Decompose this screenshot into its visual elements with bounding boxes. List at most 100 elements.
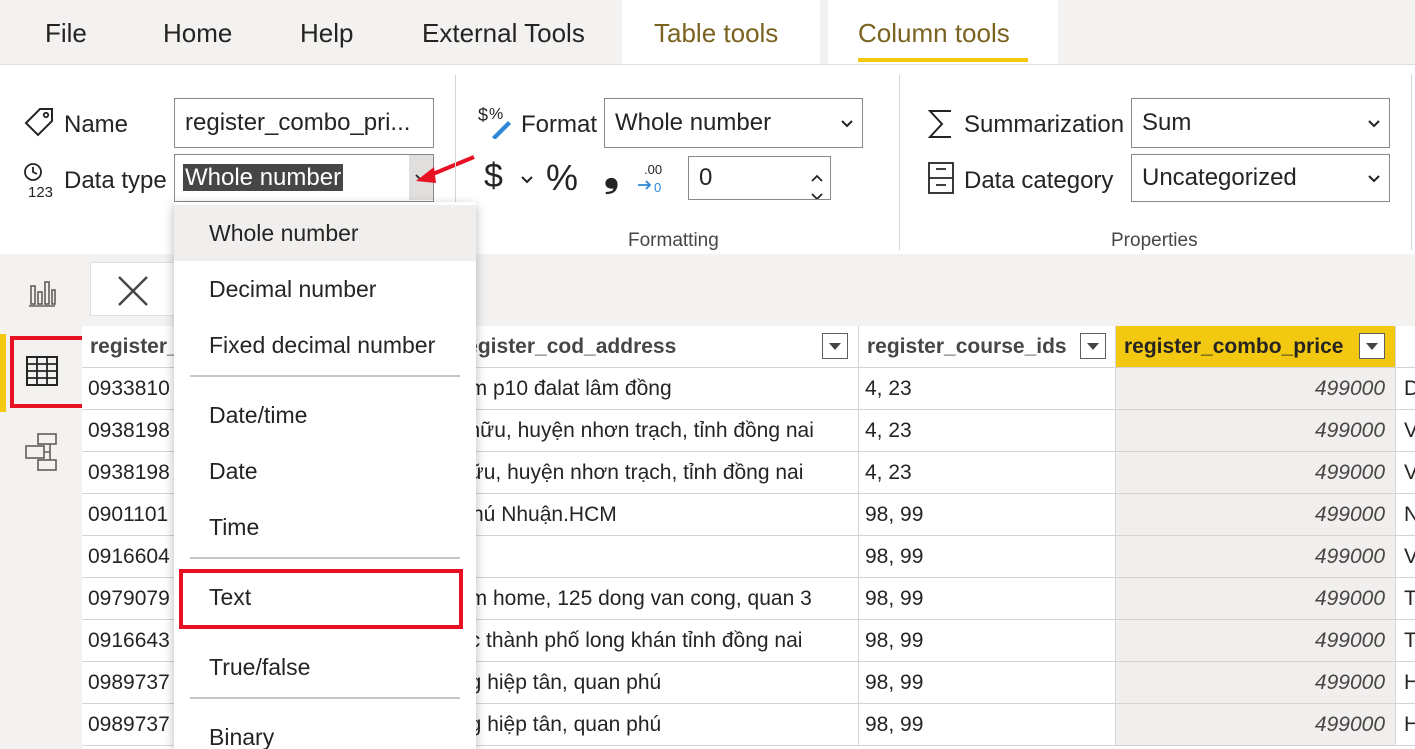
menu-help[interactable]: Help <box>300 18 353 49</box>
summarization-label: Summarization <box>964 111 1125 138</box>
datatype-icon: 123 <box>20 161 60 206</box>
cell-cod-address: Phú Nhuận.HCM <box>448 494 859 536</box>
name-input-value: register_combo_pri... <box>185 109 411 136</box>
cell-course-ids: 98, 99 <box>859 536 1116 578</box>
svg-text:.00: .00 <box>644 162 662 177</box>
summarization-select[interactable]: Sum <box>1131 98 1390 148</box>
tab-column-tools-label: Column tools <box>858 18 1010 48</box>
cell-next-column: T <box>1396 620 1415 662</box>
cell-course-ids: 4, 23 <box>859 410 1116 452</box>
summarization-chevron-icon <box>1367 99 1381 147</box>
cell-cod-address: ộc thành phố long khán tỉnh đồng nai <box>448 620 859 662</box>
cell-combo-price: 499000 <box>1116 452 1396 494</box>
dropdown-item-fixed-decimal-number[interactable]: Fixed decimal number <box>174 317 476 373</box>
dropdown-item-date-time[interactable]: Date/time <box>174 387 476 443</box>
dropdown-item-time[interactable]: Time <box>174 499 476 555</box>
datacategory-select[interactable]: Uncategorized <box>1131 154 1390 202</box>
menu-bar: File Home Help External Tools Table tool… <box>0 0 1415 64</box>
dropdown-item-binary[interactable]: Binary <box>174 709 476 749</box>
dropdown-separator <box>190 697 460 699</box>
cell-cod-address: ng hiệp tân, quan phú <box>448 704 859 746</box>
datacategory-chevron-icon <box>1367 155 1381 201</box>
menu-external-tools[interactable]: External Tools <box>422 18 585 49</box>
close-icon[interactable] <box>115 273 151 314</box>
column-header-label: register_ <box>90 335 179 358</box>
cell-cod-address: ám p10 đalat lâm đồng <box>448 368 859 410</box>
column-header[interactable]: register_course_ids <box>859 326 1116 368</box>
filter-dropdown-icon[interactable] <box>822 333 848 359</box>
formatting-group-label: Formatting <box>628 230 719 251</box>
column-header[interactable] <box>1396 326 1415 368</box>
tab-table-tools[interactable]: Table tools <box>622 0 820 64</box>
filter-dropdown-icon[interactable] <box>1080 333 1106 359</box>
cell-cod-address: um home, 125 dong van cong, quan 3 <box>448 578 859 620</box>
format-chevron-icon <box>840 99 854 147</box>
filter-dropdown-icon[interactable] <box>1359 333 1385 359</box>
ribbon-separator <box>899 75 900 250</box>
cell-course-ids: 4, 23 <box>859 368 1116 410</box>
column-header-label: register_cod_address <box>458 335 677 358</box>
stepper-down-icon[interactable] <box>810 178 824 199</box>
cell-cod-address <box>448 536 859 578</box>
format-select[interactable]: Whole number <box>604 98 863 148</box>
red-arrow-icon <box>412 151 478 192</box>
column-header-selected[interactable]: register_combo_price <box>1116 326 1396 368</box>
cell-combo-price: 499000 <box>1116 578 1396 620</box>
menu-home[interactable]: Home <box>163 18 232 49</box>
decimal-places-icon[interactable]: .00 0 <box>636 161 670 200</box>
cell-cod-address: hữu, huyện nhơn trạch, tỉnh đồng nai <box>448 452 859 494</box>
cell-next-column: V <box>1396 536 1415 578</box>
cell-course-ids: 98, 99 <box>859 704 1116 746</box>
cell-cod-address: i hữu, huyện nhơn trạch, tỉnh đồng nai <box>448 410 859 452</box>
datacategory-value: Uncategorized <box>1142 164 1297 191</box>
tab-column-tools[interactable]: Column tools <box>828 0 1058 64</box>
datacategory-label: Data category <box>964 167 1114 194</box>
column-header[interactable]: register_cod_address <box>448 326 859 368</box>
sigma-icon <box>927 107 955 149</box>
text-option-highlight <box>179 569 463 629</box>
decimals-value: 0 <box>699 164 713 191</box>
dropdown-item-decimal-number[interactable]: Decimal number <box>174 261 476 317</box>
datatype-select-value: Whole number <box>183 164 344 191</box>
percent-button[interactable]: % <box>546 157 578 199</box>
datatype-label: Data type <box>64 167 167 194</box>
svg-text:%: % <box>489 106 503 123</box>
cell-combo-price: 499000 <box>1116 536 1396 578</box>
cell-combo-price: 499000 <box>1116 410 1396 452</box>
dropdown-item-date[interactable]: Date <box>174 443 476 499</box>
dropdown-item-whole-number[interactable]: Whole number <box>174 205 476 261</box>
cell-combo-price: 499000 <box>1116 494 1396 536</box>
datatype-select[interactable]: Whole number <box>174 154 434 202</box>
report-view-icon[interactable] <box>26 278 58 313</box>
cell-next-column: V <box>1396 452 1415 494</box>
cell-combo-price: 499000 <box>1116 368 1396 410</box>
menu-file[interactable]: File <box>45 18 87 49</box>
format-select-value: Whole number <box>615 109 772 136</box>
name-input[interactable]: register_combo_pri... <box>174 98 434 148</box>
active-tab-indicator <box>858 58 1028 62</box>
cell-next-column: N <box>1396 494 1415 536</box>
decimals-stepper[interactable]: 0 <box>688 156 831 200</box>
cell-course-ids: 98, 99 <box>859 578 1116 620</box>
cell-combo-price: 499000 <box>1116 620 1396 662</box>
cell-next-column: H <box>1396 662 1415 704</box>
cell-next-column: V <box>1396 410 1415 452</box>
currency-chevron-icon[interactable] <box>518 165 536 198</box>
svg-text:0: 0 <box>654 180 661 195</box>
data-category-icon <box>926 161 956 200</box>
svg-text:123: 123 <box>28 184 53 201</box>
format-icon: $% <box>478 103 514 144</box>
model-view-icon[interactable] <box>24 432 60 477</box>
currency-button[interactable]: $ <box>484 157 503 196</box>
cell-course-ids: 98, 99 <box>859 494 1116 536</box>
tab-table-tools-label: Table tools <box>654 18 779 48</box>
ribbon-separator <box>1411 75 1412 250</box>
svg-text:$: $ <box>478 105 488 125</box>
format-label: Format <box>521 111 598 138</box>
view-switcher <box>0 254 122 749</box>
cell-next-column: D <box>1396 368 1415 410</box>
tag-icon <box>22 105 56 144</box>
datatype-dropdown-menu: Whole number Decimal number Fixed decima… <box>174 202 476 749</box>
comma-button[interactable]: ❟ <box>604 153 619 196</box>
dropdown-item-true-false[interactable]: True/false <box>174 639 476 695</box>
